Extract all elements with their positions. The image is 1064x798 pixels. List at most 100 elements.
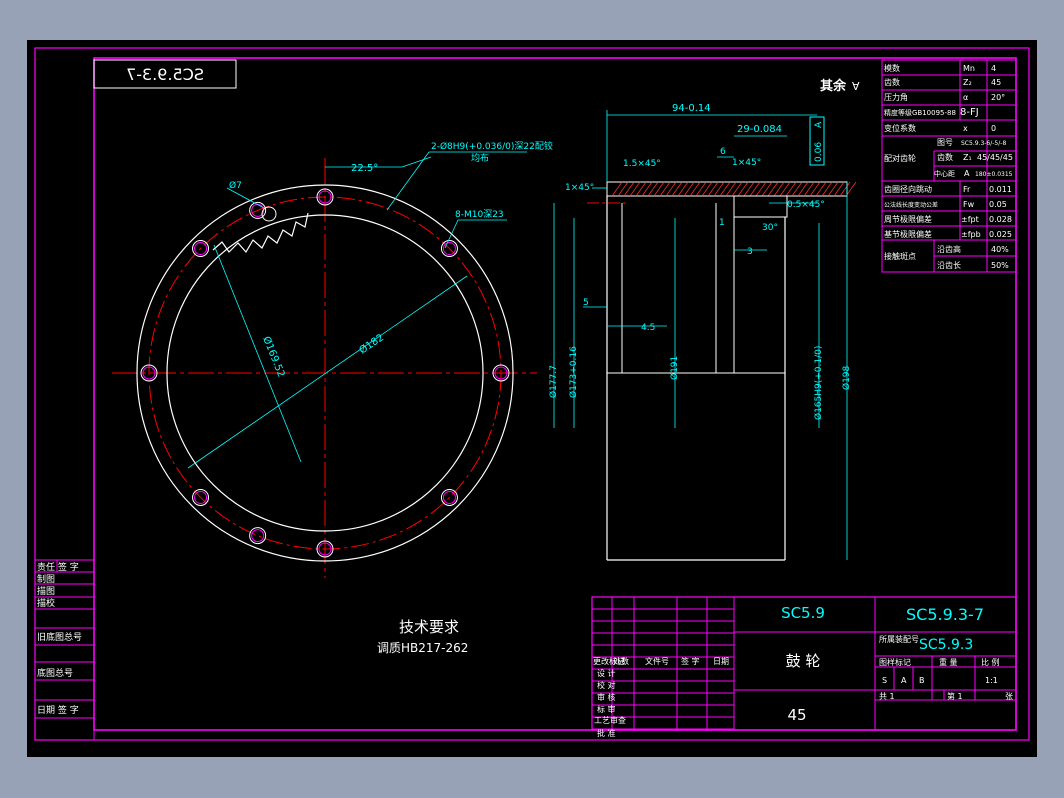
hatch-line	[779, 181, 791, 197]
part-name: 鼓 轮	[786, 652, 821, 670]
param-sym-module: Mn	[963, 64, 975, 73]
sheets-total: 共 1	[879, 692, 895, 701]
stage-a: A	[901, 676, 907, 685]
section-view: 其余 ∀ 94-0.14 29-0.084 0.06 A 1.5×45° 1×4…	[548, 78, 860, 561]
hatch-line	[647, 181, 659, 197]
contact-height-val: 40%	[991, 245, 1009, 254]
hole-note-1-sub: 均布	[471, 152, 489, 164]
sign-review: 审 核	[597, 692, 616, 702]
dim-3: 3	[747, 247, 753, 257]
strip-row-check: 描校	[37, 597, 55, 609]
param-val-pressure: 20°	[991, 93, 1005, 102]
mating-label: 配对齿轮	[884, 153, 916, 163]
hatch-line	[737, 181, 749, 197]
param-label-module: 模数	[884, 63, 900, 73]
hub-detail	[733, 195, 788, 218]
title-block: SC5.9 SC5.9.3-7 所属装配号 SC5.9.3 鼓 轮 45 图样标…	[591, 596, 1017, 738]
mating-center-val: 180±0.0315	[975, 171, 1013, 178]
param-val-precision: 8-FJ	[960, 107, 979, 118]
fpb-val: 0.025	[989, 230, 1012, 239]
sign-standard: 标 审	[597, 704, 616, 714]
param-sym-shift: x	[963, 124, 968, 133]
hatch-line	[791, 181, 803, 197]
strip-row-trace: 描图	[37, 585, 55, 597]
fpb-label: 基节极限偏差	[884, 229, 932, 239]
len-total: 94-0.14	[672, 103, 711, 114]
surface-note: 其余	[820, 78, 847, 94]
detail-hole	[261, 206, 277, 222]
contact-height-label: 沿齿高	[937, 244, 961, 254]
mating-drawing-label: 图号	[937, 138, 953, 147]
param-label-shift: 变位系数	[884, 123, 916, 133]
chamfer-3: 1×45°	[565, 183, 594, 193]
roughness-symbol: ∀	[852, 80, 860, 93]
fpt-val: 0.028	[989, 215, 1012, 224]
wn-val: 0.05	[989, 200, 1007, 209]
param-label-precision: 精度等级GB10095-88	[884, 108, 956, 117]
scale-value: 1:1	[985, 676, 998, 685]
dia-173: Ø173+0.16	[568, 346, 579, 398]
fpb-sym: ±fpb	[961, 230, 981, 239]
dim-1: 1	[719, 218, 725, 228]
gear-teeth-partial	[212, 212, 309, 254]
stage-s: S	[882, 676, 887, 685]
stage-label: 图样标记	[879, 657, 911, 667]
hatch-line	[833, 181, 845, 197]
hatch-line	[689, 181, 701, 197]
chamfer-4: 0.5×45°	[787, 200, 825, 210]
hatch-line	[731, 181, 743, 197]
mating-center-label: 中心距	[934, 169, 955, 178]
contact-length-val: 50%	[991, 261, 1009, 270]
sign-design: 设 计	[597, 668, 616, 678]
hatch-line	[815, 181, 827, 197]
rev-header-count: 处数	[613, 656, 629, 666]
hatch-line	[755, 181, 767, 197]
drawing-sheet: SC5.9.3-7 22.5° 2-Ø8H9(+0.036/0)深22配铰 均布…	[27, 40, 1037, 757]
mating-teeth-sym: Z₁	[963, 153, 972, 162]
strip-old-drawing: 旧底图总号	[37, 631, 82, 643]
hatch-line	[659, 181, 671, 197]
assembly-label: 所属装配号	[879, 634, 919, 644]
strip-date-sign: 日期 签 字	[37, 704, 79, 716]
dia-inner: Ø169.52	[260, 335, 287, 379]
runout-sym: Fr	[963, 185, 971, 194]
stage-b: B	[919, 676, 925, 685]
drawing-canvas: SC5.9.3-7 22.5° 2-Ø8H9(+0.036/0)深22配铰 均布…	[34, 47, 1030, 741]
hatch-line	[695, 181, 707, 197]
dim-inner-line	[213, 244, 302, 463]
hatch-line	[653, 181, 665, 197]
mating-drawing-val: SC5.9.3-6/-5/-8	[961, 140, 1006, 147]
hatch-line	[677, 181, 689, 197]
sign-process: 工艺审查	[594, 715, 626, 725]
hole-note-1: 2-Ø8H9(+0.036/0)深22配铰	[431, 140, 553, 152]
mirrored-code-text: SC5.9.3-7	[126, 65, 204, 84]
param-val-module: 4	[991, 64, 996, 73]
assembly-number: SC5.9.3	[919, 637, 973, 653]
sheet-unit: 张	[1005, 692, 1013, 701]
wn-sym: Fw	[963, 200, 975, 209]
left-strip: 责任 签 字 制图 描图 描校 旧底图总号 底图总号 日期 签 字	[34, 559, 95, 741]
hatch-line	[785, 181, 797, 197]
sheet-number: 第 1	[947, 691, 963, 701]
dia-165: Ø165H9(+0.1/0)	[813, 346, 824, 420]
hatch-line	[671, 181, 683, 197]
flange-section	[606, 181, 848, 197]
hatch-line	[821, 181, 833, 197]
hatch-line	[749, 181, 761, 197]
project-code: SC5.9	[781, 604, 825, 622]
strip-row-draw: 制图	[37, 573, 55, 585]
hatch-line	[611, 181, 623, 197]
runout-label: 齿圈径向跳动	[884, 184, 932, 194]
param-sym-pressure: α	[963, 93, 968, 102]
front-view: 22.5° 2-Ø8H9(+0.036/0)深22配铰 均布 8-M10深23 …	[112, 140, 553, 578]
chamfer-2: 1×45°	[732, 158, 761, 168]
mating-center-sym: A	[964, 169, 970, 178]
angle-label: 22.5°	[351, 163, 378, 174]
hatch-line	[839, 181, 851, 197]
tol-box-value: 0.06	[814, 142, 824, 162]
tech-req-title: 技术要求	[399, 618, 459, 636]
hatch-line	[719, 181, 731, 197]
dim-5: 5	[583, 298, 589, 308]
hole-note-2: 8-M10深23	[455, 209, 504, 220]
bolt-hole-inner	[251, 529, 265, 543]
